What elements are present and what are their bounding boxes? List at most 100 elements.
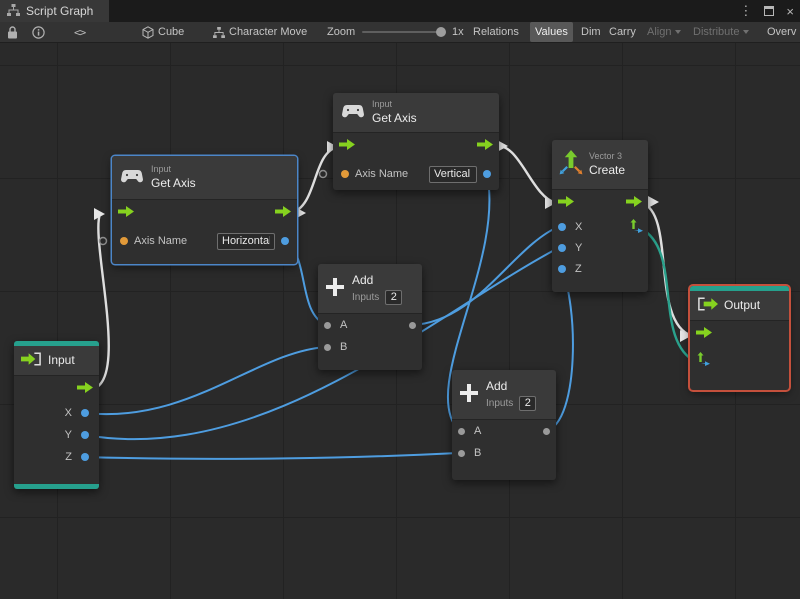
node-title: Add [352,272,374,287]
flow-in-port[interactable] [696,327,712,341]
node-input[interactable]: Input X Y Z [14,341,99,489]
value-out-port[interactable] [281,237,289,245]
axis-name-port[interactable] [341,170,349,178]
node-header[interactable]: Add Inputs [452,370,556,420]
flow-out-port[interactable] [77,382,93,396]
y-out-label: Y [64,429,72,441]
kebab-menu-icon[interactable]: ⋮ [739,3,752,19]
node-title: Create [589,162,626,177]
y-label: Y [575,241,583,254]
x-label: X [575,220,583,233]
zoom-label: Zoom [327,26,356,38]
vector3-in-port[interactable] [696,351,710,369]
a-label: A [340,319,348,331]
z-label: Z [575,262,582,275]
subgraph-accent-bar [14,484,99,489]
inputs-label: Inputs [486,397,514,409]
node-header[interactable]: Input Get Axis [333,93,499,133]
b-label: B [474,447,482,459]
tab-strip: Script Graph ⋮ × [0,0,800,22]
align-dropdown[interactable]: Align [642,22,686,42]
node-header[interactable]: Input [14,346,99,376]
z-out-port[interactable] [81,453,89,461]
axis-name-field[interactable] [217,232,275,250]
axis-name-port[interactable] [120,237,128,245]
code-icon[interactable]: <> [74,22,86,42]
y-out-port[interactable] [81,431,89,439]
zoom-slider-track[interactable] [362,27,446,37]
lock-icon[interactable] [7,22,18,42]
flow-in-port[interactable] [558,196,574,210]
node-header[interactable]: Add Inputs [318,264,422,314]
gamepad-icon [342,104,364,121]
node-title: Get Axis [151,175,196,190]
tab-title: Script Graph [26,4,94,18]
overview-button[interactable]: Overv [762,22,800,42]
a-in-port[interactable] [458,427,465,435]
carry-button[interactable]: Carry [604,22,641,42]
zoom-slider[interactable] [362,22,446,42]
chevron-down-icon [743,30,750,34]
a-in-port[interactable] [324,321,331,329]
axis-name-label: Axis Name [134,235,188,247]
sum-out-port[interactable] [409,321,416,329]
breadcrumb-character-move[interactable]: Character Move [229,22,307,42]
node-add-1[interactable]: Add Inputs A B [318,264,422,370]
flow-out-port[interactable] [626,196,642,210]
close-icon[interactable]: × [786,4,794,19]
y-in-port[interactable] [558,243,566,252]
a-label: A [474,425,482,437]
node-vector3-create[interactable]: Vector 3 Create X Y Z [552,140,648,292]
node-get-axis-horizontal[interactable]: Input Get Axis Axis Name [112,156,297,264]
flow-in-port[interactable] [118,206,134,220]
b-label: B [340,341,348,353]
node-add-2[interactable]: Add Inputs A B [452,370,556,480]
x-out-port[interactable] [81,409,89,417]
chevron-down-icon [675,30,682,34]
maximize-icon[interactable] [764,4,775,19]
vector3-out-port[interactable] [629,219,643,236]
node-title: Add [486,378,508,393]
vector3-icon [559,150,583,179]
b-in-port[interactable] [458,449,465,457]
sum-out-port[interactable] [543,427,550,435]
node-header[interactable]: Input Get Axis [112,156,297,200]
node-title: Get Axis [372,110,417,125]
relations-button[interactable]: Relations [468,22,524,42]
x-out-label: X [64,407,72,419]
flow-in-port[interactable] [339,139,355,153]
zoom-slider-knob[interactable] [436,27,446,37]
flow-out-port[interactable] [477,139,493,153]
node-header[interactable]: Output [690,291,789,321]
output-node-icon [697,297,718,314]
graph-toolbar: <> Cube Character Move Zoom 1x Relations… [0,22,800,43]
z-out-label: Z [65,451,72,463]
node-title: Output [724,298,761,312]
b-in-port[interactable] [324,343,331,351]
script-graph-icon [7,3,20,19]
tab-script-graph[interactable]: Script Graph [0,0,110,22]
cube-icon [142,22,154,42]
z-in-port[interactable] [558,264,566,273]
info-icon[interactable] [32,22,45,42]
node-get-axis-vertical[interactable]: Input Get Axis Axis Name [333,93,499,190]
node-title: Input [48,353,75,367]
axis-name-field[interactable] [429,165,477,183]
values-button[interactable]: Values [530,22,573,42]
graph-breadcrumb-icon [213,22,225,42]
value-out-port[interactable] [483,170,491,178]
x-in-port[interactable] [558,222,566,231]
flow-out-port[interactable] [275,206,291,220]
node-header[interactable]: Vector 3 Create [552,140,648,190]
node-category: Input [372,99,393,110]
node-category: Vector 3 [589,151,623,162]
inputs-count-field[interactable] [519,395,537,411]
dim-button[interactable]: Dim [576,22,606,42]
distribute-dropdown[interactable]: Distribute [688,22,754,42]
node-output[interactable]: Output [690,286,789,390]
zoom-value: 1x [452,26,464,38]
inputs-count-field[interactable] [385,289,403,305]
plus-icon [460,384,478,405]
axis-name-label: Axis Name [355,168,409,180]
breadcrumb-cube[interactable]: Cube [158,22,184,42]
